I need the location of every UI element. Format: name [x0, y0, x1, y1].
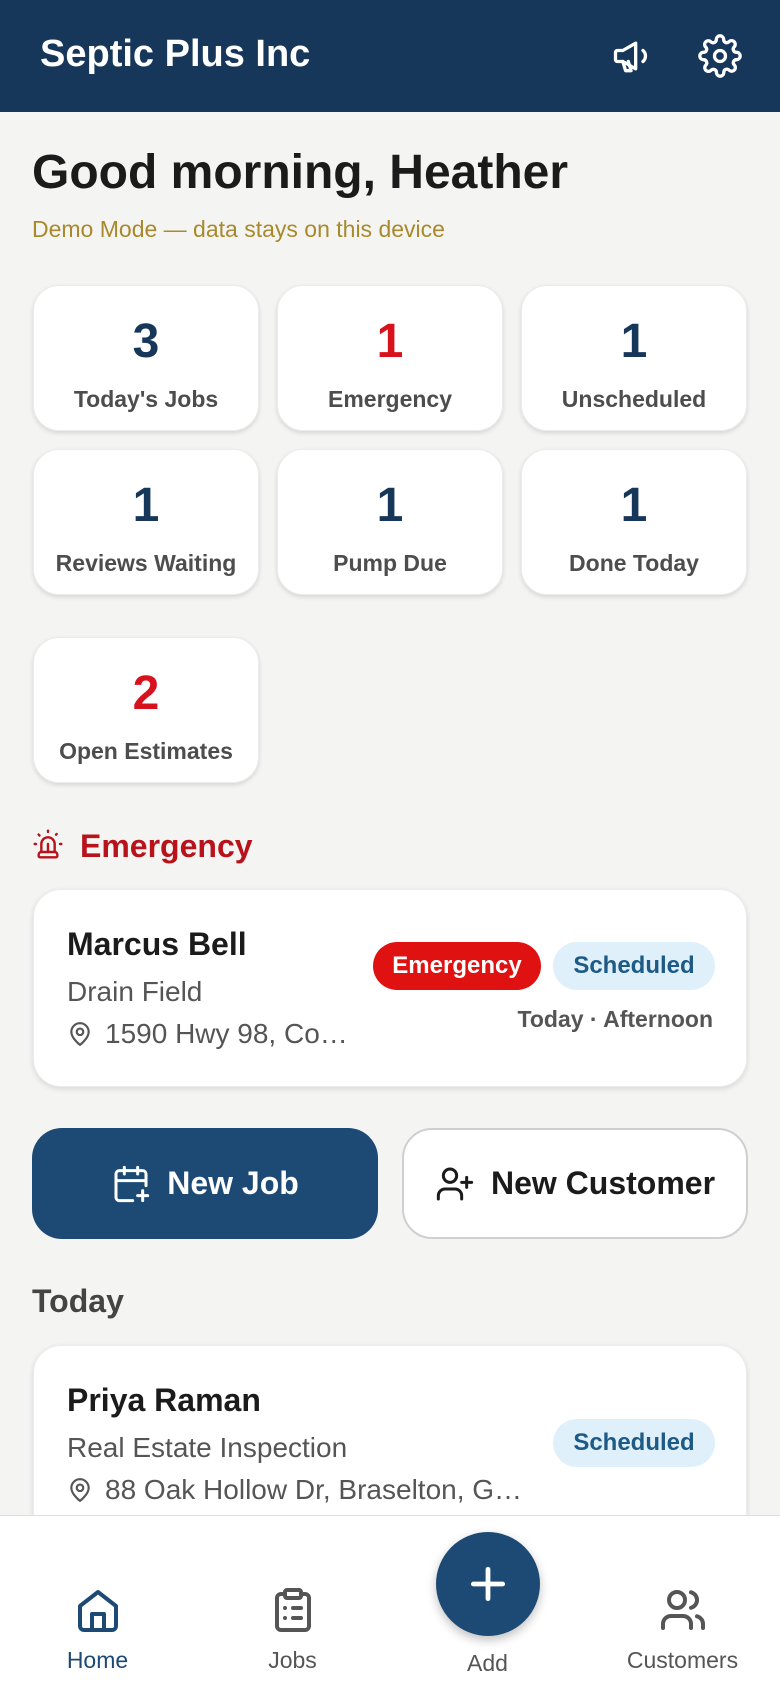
- stat-open-estimates[interactable]: 2 Open Estimates: [33, 637, 259, 783]
- demo-mode-note: Demo Mode — data stays on this device: [32, 216, 445, 242]
- stat-value: 1: [376, 479, 404, 532]
- add-fab-button[interactable]: [436, 1532, 540, 1636]
- stat-label: Unscheduled: [561, 386, 707, 412]
- nav-home[interactable]: Home: [0, 1586, 195, 1674]
- nav-jobs[interactable]: Jobs: [195, 1586, 390, 1674]
- calendar-plus-icon: [114, 1165, 150, 1202]
- app-title: Septic Plus Inc: [40, 33, 311, 75]
- stat-label: Emergency: [327, 386, 452, 412]
- job-service: Drain Field: [67, 976, 203, 1007]
- status-badge: Scheduled: [553, 1419, 715, 1467]
- gear-icon[interactable]: [694, 30, 746, 82]
- megaphone-icon[interactable]: [606, 30, 658, 82]
- stat-done-today[interactable]: 1 Done Today: [521, 449, 747, 595]
- emergency-section-heading: Emergency: [32, 826, 253, 866]
- new-customer-label: New Customer: [490, 1165, 716, 1201]
- stat-reviews-waiting[interactable]: 1 Reviews Waiting: [33, 449, 259, 595]
- new-customer-button[interactable]: New Customer: [402, 1128, 748, 1239]
- home-icon: [77, 1590, 118, 1632]
- stat-label: Done Today: [569, 550, 699, 576]
- job-address: 1590 Hwy 98, Co…: [67, 1018, 348, 1050]
- stat-label: Pump Due: [333, 550, 447, 576]
- emergency-job-card[interactable]: Marcus Bell Drain Field 1590 Hwy 98, Co……: [33, 889, 747, 1087]
- nav-home-label: Home: [66, 1647, 129, 1673]
- today-section-title: Today: [32, 1283, 124, 1319]
- location-pin-icon: [70, 1478, 90, 1502]
- stat-pump-due[interactable]: 1 Pump Due: [277, 449, 503, 595]
- new-job-label: New Job: [167, 1165, 299, 1201]
- siren-icon: [32, 828, 64, 865]
- stat-unscheduled[interactable]: 1 Unscheduled: [521, 285, 747, 431]
- stat-emergency[interactable]: 1 Emergency: [277, 285, 503, 431]
- stat-value: 2: [132, 667, 160, 720]
- app-header: Septic Plus Inc: [0, 0, 780, 112]
- stat-label: Reviews Waiting: [55, 550, 237, 576]
- job-address-text: 88 Oak Hollow Dr, Braselton, G…: [105, 1474, 523, 1505]
- new-job-button[interactable]: New Job: [32, 1128, 378, 1239]
- job-customer-name: Priya Raman: [67, 1382, 261, 1418]
- plus-icon: [470, 1566, 506, 1602]
- nav-jobs-label: Jobs: [268, 1647, 317, 1673]
- nav-add-label: Add: [467, 1650, 508, 1676]
- user-plus-icon: [436, 1167, 474, 1200]
- nav-customers[interactable]: Customers: [585, 1586, 780, 1674]
- emergency-badge: Emergency: [373, 942, 541, 990]
- job-schedule-time: Today · Afternoon: [517, 1006, 713, 1032]
- job-service: Real Estate Inspection: [67, 1432, 348, 1463]
- stat-value: 1: [132, 479, 160, 532]
- stat-value: 1: [620, 315, 648, 368]
- stat-value: 3: [132, 315, 160, 368]
- stat-todays-jobs[interactable]: 3 Today's Jobs: [33, 285, 259, 431]
- stat-value: 1: [620, 479, 648, 532]
- job-address-text: 1590 Hwy 98, Co…: [105, 1018, 348, 1049]
- clipboard-list-icon: [274, 1588, 311, 1632]
- status-badge: Scheduled: [553, 942, 715, 990]
- nav-customers-label: Customers: [626, 1647, 739, 1673]
- job-address: 88 Oak Hollow Dr, Braselton, G…: [67, 1474, 522, 1506]
- emergency-section-title: Emergency: [80, 827, 253, 864]
- location-pin-icon: [70, 1022, 90, 1046]
- stat-value: 1: [376, 315, 404, 368]
- greeting-title: Good morning, Heather: [32, 146, 569, 199]
- users-icon: [660, 1590, 705, 1630]
- job-customer-name: Marcus Bell: [67, 926, 247, 962]
- stat-label: Today's Jobs: [73, 386, 219, 412]
- stat-label: Open Estimates: [59, 738, 233, 764]
